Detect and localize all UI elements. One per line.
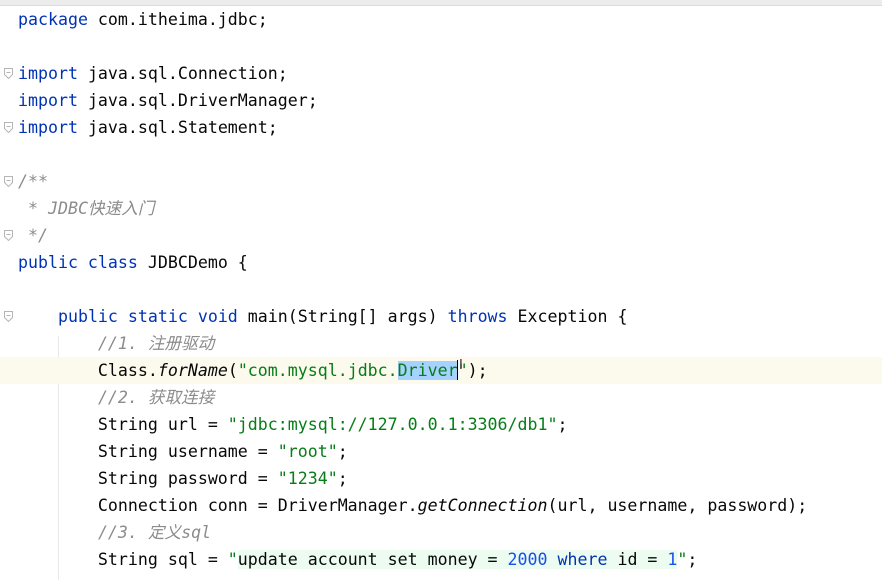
code-text: import java.sql.DriverManager; — [18, 87, 318, 114]
code-text: /** — [18, 168, 48, 195]
code-token: ( — [227, 361, 238, 380]
fold-marker-icon[interactable] — [4, 176, 13, 187]
fold-marker-icon[interactable] — [4, 230, 13, 241]
comment-token: */ — [18, 226, 48, 245]
code-token: String password = — [18, 469, 278, 488]
keyword-token: public class — [18, 253, 138, 272]
keyword-token: throws — [447, 307, 508, 326]
keyword-token: import — [18, 118, 78, 137]
code-token: String username = — [18, 442, 278, 461]
code-text: */ — [18, 222, 48, 249]
code-line[interactable]: //2. 获取连接 — [0, 384, 882, 411]
code-line[interactable]: package com.itheima.jdbc; — [0, 6, 882, 33]
keyword-token: package — [18, 10, 88, 29]
code-text: * JDBC快速入门 — [18, 195, 154, 222]
code-line[interactable]: public class JDBCDemo { — [0, 249, 882, 276]
code-token: ); — [467, 361, 488, 380]
text-cursor-icon: I — [459, 358, 463, 373]
code-text: //1. 注册驱动 — [18, 330, 214, 357]
code-text: //3. 定义sql — [18, 519, 211, 546]
code-line[interactable]: */ — [0, 222, 882, 249]
keyword-token: public static void — [57, 307, 238, 326]
string-token: " — [227, 550, 238, 569]
code-text: //2. 获取连接 — [18, 384, 214, 411]
code-token: java.sql.Connection; — [77, 64, 288, 83]
selected-text: Driver — [397, 361, 458, 380]
code-token: java.sql.Statement; — [77, 118, 278, 137]
string-token: "com.mysql.jdbc. — [237, 361, 398, 380]
code-line[interactable] — [0, 276, 882, 303]
code-line[interactable]: * JDBC快速入门 — [0, 195, 882, 222]
code-line[interactable]: //1. 注册驱动 — [0, 330, 882, 357]
sql-token: id = — [607, 550, 668, 569]
code-text: String username = "root"; — [18, 438, 348, 465]
code-line[interactable] — [0, 33, 882, 60]
comment-token: /** — [18, 172, 48, 191]
method-token: forName — [157, 361, 228, 380]
string-token: "jdbc:mysql://127.0.0.1:3306/db1" — [227, 415, 558, 434]
code-text: public static void main(String[] args) t… — [18, 303, 627, 330]
code-token: JDBCDemo { — [137, 253, 248, 272]
code-line[interactable]: String username = "root"; — [0, 438, 882, 465]
code-text: package com.itheima.jdbc; — [18, 6, 268, 33]
method-token: getConnection — [417, 496, 548, 515]
code-token: String sql = — [18, 550, 228, 569]
comment-token: * JDBC快速入门 — [18, 199, 155, 218]
sql-token: update account set money = — [237, 550, 508, 569]
code-line[interactable]: import java.sql.Statement; — [0, 114, 882, 141]
code-token: com.itheima.jdbc; — [87, 10, 268, 29]
code-text: String password = "1234"; — [18, 465, 348, 492]
code-text: String url = "jdbc:mysql://127.0.0.1:330… — [18, 411, 568, 438]
code-text: String sql = "update account set money =… — [18, 546, 697, 573]
code-line[interactable]: public static void main(String[] args) t… — [0, 303, 882, 330]
code-token: main(String[] args) — [237, 307, 448, 326]
code-line[interactable]: import java.sql.DriverManager; — [0, 87, 882, 114]
keyword-token: import — [18, 64, 78, 83]
comment-token: //2. 获取连接 — [97, 388, 215, 407]
string-token: " — [677, 550, 688, 569]
code-token: ; — [687, 550, 698, 569]
code-token: String url = — [18, 415, 228, 434]
code-token: Exception { — [507, 307, 628, 326]
code-line[interactable]: Connection conn = DriverManager.getConne… — [0, 492, 882, 519]
code-line[interactable]: String url = "jdbc:mysql://127.0.0.1:330… — [0, 411, 882, 438]
code-line[interactable]: String password = "1234"; — [0, 465, 882, 492]
code-token: ; — [557, 415, 568, 434]
comment-token: //1. 注册驱动 — [97, 334, 215, 353]
code-line[interactable]: /** — [0, 168, 882, 195]
fold-marker-icon[interactable] — [4, 122, 13, 133]
fold-marker-icon[interactable] — [4, 311, 13, 322]
code-text: public class JDBCDemo { — [18, 249, 248, 276]
code-line[interactable]: //3. 定义sql — [0, 519, 882, 546]
string-token: "root" — [277, 442, 338, 461]
comment-token: //3. 定义sql — [97, 523, 212, 542]
code-text: import java.sql.Connection; — [18, 60, 288, 87]
code-line[interactable] — [0, 141, 882, 168]
code-token: ; — [337, 442, 348, 461]
code-text: import java.sql.Statement; — [18, 114, 278, 141]
code-text: Class.forName("com.mysql.jdbc.Driver"); — [18, 357, 488, 384]
sql-number-token: 1 — [667, 550, 678, 569]
keyword-token: import — [18, 91, 78, 110]
code-line[interactable]: String sql = "update account set money =… — [0, 546, 882, 573]
code-text: Connection conn = DriverManager.getConne… — [18, 492, 807, 519]
code-token: Connection conn = DriverManager. — [18, 496, 418, 515]
code-token: ; — [337, 469, 348, 488]
sql-number-token: 2000 — [507, 550, 548, 569]
code-token: Class. — [18, 361, 158, 380]
fold-marker-icon[interactable] — [4, 68, 13, 79]
code-token: (url, username, password); — [547, 496, 808, 515]
code-line[interactable]: Class.forName("com.mysql.jdbc.Driver"); — [0, 357, 882, 384]
string-token: "1234" — [277, 469, 338, 488]
code-line[interactable]: import java.sql.Connection; — [0, 60, 882, 87]
code-editor[interactable]: package com.itheima.jdbc; import java.sql… — [0, 6, 882, 580]
sql-keyword-token: where — [547, 550, 608, 569]
code-token: java.sql.DriverManager; — [77, 91, 318, 110]
